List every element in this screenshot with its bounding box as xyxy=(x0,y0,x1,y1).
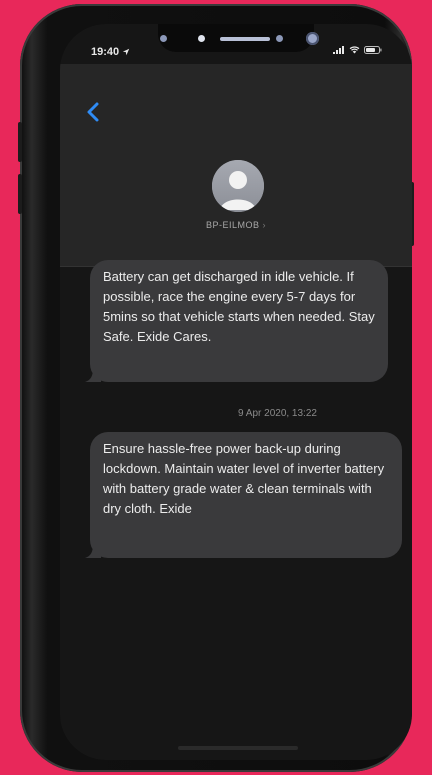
wifi-icon xyxy=(349,46,360,54)
message-text: Battery can get discharged in idle vehic… xyxy=(103,269,375,344)
message-timestamp: 9 Apr 2020, 13:22 xyxy=(238,408,317,419)
home-indicator[interactable] xyxy=(178,746,298,750)
screen: BP-EILMOB › 19:40 Battery can get discha… xyxy=(60,24,412,760)
status-time: 19:40 xyxy=(91,46,120,58)
person-icon xyxy=(212,160,264,212)
message-bubble[interactable]: Battery can get discharged in idle vehic… xyxy=(85,260,388,382)
location-arrow-icon xyxy=(123,48,130,56)
status-icons xyxy=(333,46,382,54)
sender-name-row[interactable]: BP-EILMOB › xyxy=(60,220,412,230)
bubble-tail xyxy=(85,368,101,382)
sensor-dot xyxy=(276,35,283,42)
status-time-row: 19:40 xyxy=(91,46,130,58)
chevron-right-icon: › xyxy=(262,220,267,230)
camera-icon xyxy=(306,32,319,45)
message-bubble[interactable]: Ensure hassle-free power back-up during … xyxy=(85,432,402,558)
message-text: Ensure hassle-free power back-up during … xyxy=(103,441,385,516)
chevron-left-icon[interactable] xyxy=(82,100,106,124)
avatar[interactable] xyxy=(212,160,264,212)
volume-button xyxy=(18,122,22,162)
speaker-grille xyxy=(220,37,270,41)
sensor-dot xyxy=(160,35,167,42)
sensor-dot xyxy=(198,35,205,42)
conversation-header: BP-EILMOB › xyxy=(60,64,412,267)
volume-button xyxy=(18,174,22,214)
status-bar: 19:40 xyxy=(60,24,412,64)
signal-icon xyxy=(333,46,344,54)
phone-frame: BP-EILMOB › 19:40 Battery can get discha… xyxy=(18,4,414,772)
bubble-tail xyxy=(85,544,101,558)
sender-name: BP-EILMOB xyxy=(205,220,260,230)
battery-icon xyxy=(364,46,382,54)
